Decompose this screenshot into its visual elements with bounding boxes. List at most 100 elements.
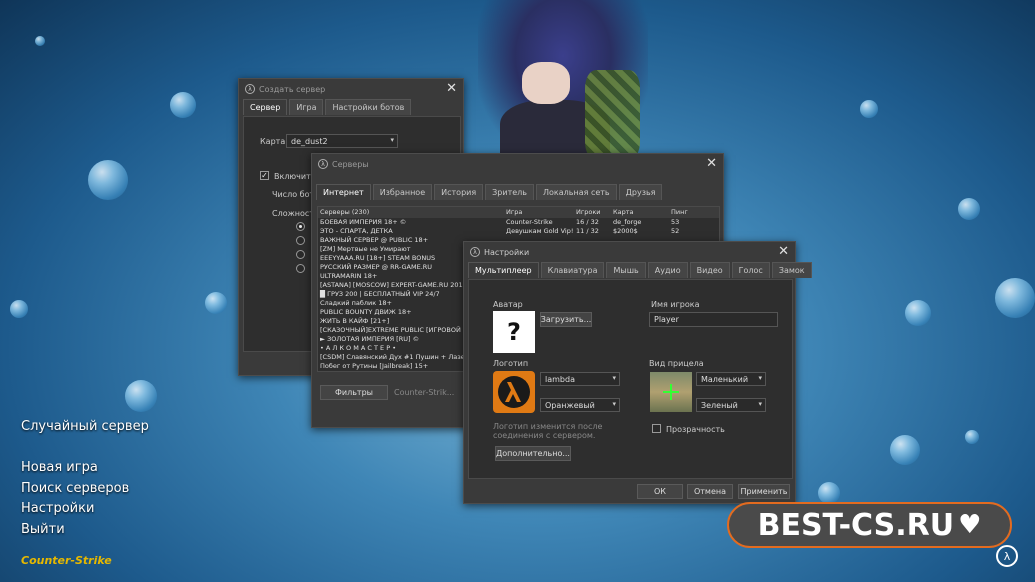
close-icon[interactable]: ✕ <box>778 245 789 258</box>
tab-spectator[interactable]: Зритель <box>485 184 534 200</box>
column-header-game[interactable]: Игра <box>506 207 576 218</box>
cancel-button[interactable]: Отмена <box>687 484 733 499</box>
steam-logo-icon: λ <box>470 247 480 257</box>
filters-button[interactable]: Фильтры <box>320 385 388 400</box>
chevron-down-icon: ▾ <box>758 400 762 408</box>
table-row[interactable]: БОЕВАЯ ИМПЕРИЯ 18+ © Counter-Strike 16 / 3… <box>318 218 719 227</box>
table-cell: ЭТО - СПАРТА, ДЕТКА <box>320 227 393 235</box>
crosshair-color-value: Зеленый <box>701 401 738 410</box>
menu-item-settings[interactable]: Настройки <box>21 499 129 520</box>
difficulty-radio-1[interactable] <box>296 222 305 231</box>
difficulty-radio-2[interactable] <box>296 236 305 245</box>
counter-strike-logo: Counter-Strike <box>21 554 112 567</box>
servers-title: Серверы <box>332 159 369 169</box>
column-header-ping[interactable]: Пинг <box>671 207 701 218</box>
tab-mouse[interactable]: Мышь <box>606 262 646 278</box>
close-icon[interactable]: ✕ <box>446 82 457 95</box>
table-row[interactable]: ЭТО - СПАРТА, ДЕТКА Девушкам Gold Vip! 11 … <box>318 227 719 236</box>
close-icon[interactable]: ✕ <box>706 157 717 170</box>
watermark-text: BEST-CS.RU <box>757 507 955 543</box>
table-cell: $2000$ <box>613 227 638 235</box>
tab-game[interactable]: Игра <box>289 99 324 115</box>
map-value: de_dust2 <box>291 137 328 146</box>
settings-title: Настройки <box>484 247 530 257</box>
table-cell: de_forge <box>613 218 642 226</box>
avatar-label: Аватар <box>493 300 523 309</box>
table-cell: 53 <box>671 218 680 226</box>
table-cell: Девушкам Gold Vip! <box>506 227 574 235</box>
column-header-servers[interactable]: Серверы (230) <box>318 207 506 218</box>
player-name-input[interactable]: Player <box>649 312 778 327</box>
tab-multiplayer[interactable]: Мультиплеер <box>468 262 539 278</box>
main-menu-group: Новая игра Поиск серверов Настройки Выйт… <box>21 458 129 540</box>
tab-video[interactable]: Видео <box>689 262 730 278</box>
logo-color-select[interactable]: Оранжевый ▾ <box>540 398 620 412</box>
tab-audio[interactable]: Аудио <box>647 262 688 278</box>
tab-server[interactable]: Сервер <box>243 99 288 115</box>
menu-item-new-game[interactable]: Новая игра <box>21 458 129 479</box>
table-cell: Counter-Strike <box>506 218 553 226</box>
map-label: Карта <box>260 137 286 146</box>
steam-lambda-icon: λ <box>996 545 1018 567</box>
tab-voice[interactable]: Голос <box>731 262 770 278</box>
column-header-players[interactable]: Игроки <box>576 207 613 218</box>
servers-titlebar[interactable]: λ Серверы <box>312 154 723 174</box>
tab-history[interactable]: История <box>434 184 484 200</box>
crosshair-preview <box>650 372 692 412</box>
advanced-button[interactable]: Дополнительно... <box>495 446 571 461</box>
difficulty-radio-4[interactable] <box>296 264 305 273</box>
player-name-label: Имя игрока <box>651 300 700 309</box>
create-server-titlebar[interactable]: λ Создать сервер <box>239 79 463 99</box>
tab-favorites[interactable]: Избранное <box>372 184 433 200</box>
lambda-logo-icon <box>493 371 535 413</box>
crosshair-size-select[interactable]: Маленький ▾ <box>696 372 766 386</box>
transparency-label: Прозрачность <box>666 425 725 434</box>
ok-button[interactable]: ОК <box>637 484 683 499</box>
chevron-down-icon: ▾ <box>612 374 616 382</box>
tab-friends[interactable]: Друзья <box>618 184 663 200</box>
chevron-down-icon: ▾ <box>390 136 394 144</box>
table-cell: 11 / 32 <box>576 227 599 235</box>
menu-item-find-servers[interactable]: Поиск серверов <box>21 479 129 500</box>
menu-item-random-server[interactable]: Случайный сервер <box>21 417 149 438</box>
chevron-down-icon: ▾ <box>758 374 762 382</box>
settings-window: λ Настройки ✕ Мультиплеер Клавиатура Мыш… <box>463 241 812 504</box>
tab-keyboard[interactable]: Клавиатура <box>540 262 605 278</box>
enable-label: Включить <box>274 172 316 181</box>
table-cell: БОЕВАЯ ИМПЕРИЯ 18+ © <box>320 218 407 226</box>
logo-value: lambda <box>545 375 575 384</box>
table-cell: 16 / 32 <box>576 218 599 226</box>
heart-icon: ♥ <box>958 510 982 540</box>
settings-titlebar[interactable]: λ Настройки <box>464 242 795 262</box>
apply-button[interactable]: Применить <box>738 484 790 499</box>
bot-count-label: Число бот <box>272 190 315 199</box>
steam-logo-icon: λ <box>245 84 255 94</box>
upload-button[interactable]: Загрузить... <box>540 312 592 327</box>
settings-panel: Аватар ? Загрузить... Имя игрока Player … <box>468 279 793 479</box>
crosshair-label: Вид прицела <box>649 359 704 368</box>
create-server-title: Создать сервер <box>259 84 326 94</box>
settings-tabs: Мультиплеер Клавиатура Мышь Аудио Видео … <box>464 262 812 278</box>
enable-checkbox[interactable]: ✓ <box>260 171 269 180</box>
tab-bot-settings[interactable]: Настройки ботов <box>325 99 412 115</box>
avatar: ? <box>493 311 535 353</box>
crosshair-color-select[interactable]: Зеленый ▾ <box>696 398 766 412</box>
create-server-tabs: Сервер Игра Настройки ботов <box>239 99 463 115</box>
transparency-checkbox[interactable] <box>652 424 661 433</box>
menu-item-quit[interactable]: Выйти <box>21 520 129 541</box>
watermark-badge: BEST-CS.RU ♥ <box>727 502 1012 548</box>
tab-lock[interactable]: Замок <box>771 262 812 278</box>
main-menu: Случайный сервер <box>21 417 149 438</box>
servers-tabs: Интернет Избранное История Зритель Локал… <box>312 184 723 200</box>
column-header-map[interactable]: Карта <box>613 207 671 218</box>
tab-lan[interactable]: Локальная сеть <box>535 184 617 200</box>
map-select[interactable]: de_dust2 ▾ <box>286 134 398 148</box>
difficulty-radio-3[interactable] <box>296 250 305 259</box>
server-list-header: Серверы (230) Игра Игроки Карта Пинг <box>318 207 719 218</box>
tab-internet[interactable]: Интернет <box>316 184 371 200</box>
steam-logo-icon: λ <box>318 159 328 169</box>
logo-select[interactable]: lambda ▾ <box>540 372 620 386</box>
table-cell: 52 <box>671 227 680 235</box>
chevron-down-icon: ▾ <box>612 400 616 408</box>
logo-label: Логотип <box>493 359 529 368</box>
